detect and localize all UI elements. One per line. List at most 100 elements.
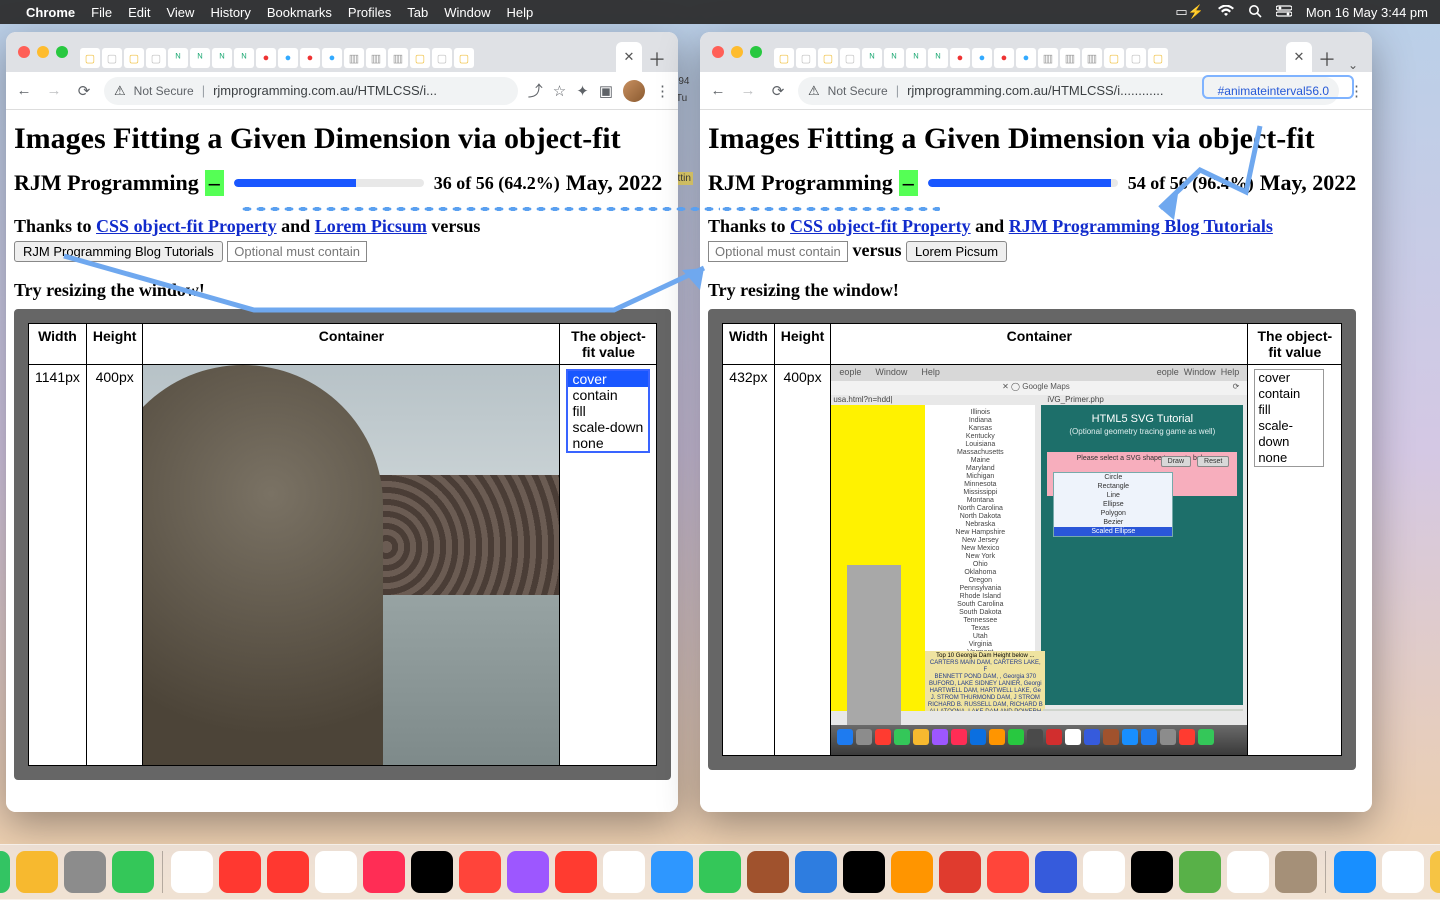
extensions-icon[interactable]: ✦ (576, 82, 589, 100)
select-option[interactable]: contain (568, 387, 648, 403)
profile-avatar[interactable] (623, 80, 645, 102)
dock-app-icon[interactable] (843, 851, 885, 893)
pinned-tab[interactable]: ▢ (796, 48, 816, 68)
pinned-tab[interactable]: ● (994, 48, 1014, 68)
address-bar[interactable]: ⚠ Not Secure | rjmprogramming.com.au/HTM… (798, 77, 1339, 105)
pinned-tab[interactable]: ▥ (344, 48, 364, 68)
pinned-tab[interactable]: ▢ (432, 48, 452, 68)
pinned-tab[interactable]: ▥ (366, 48, 386, 68)
pinned-tab[interactable]: ᴺ (212, 48, 232, 68)
close-window-button[interactable] (712, 46, 724, 58)
pinned-tab[interactable]: ▢ (818, 48, 838, 68)
zoom-window-button[interactable] (750, 46, 762, 58)
dock-app-icon[interactable] (555, 851, 597, 893)
zoom-window-button[interactable] (56, 46, 68, 58)
pinned-tab[interactable]: ▥ (1082, 48, 1102, 68)
dock-app-icon[interactable] (1131, 851, 1173, 893)
spotlight-icon[interactable] (1248, 4, 1262, 21)
dock-app-icon[interactable] (1083, 851, 1125, 893)
battery-icon[interactable]: ▭⚡ (1175, 4, 1203, 20)
pinned-tab[interactable]: ▢ (1126, 48, 1146, 68)
dock-app-icon[interactable] (987, 851, 1029, 893)
select-option[interactable]: contain (1255, 386, 1323, 402)
pinned-tab[interactable]: ▢ (454, 48, 474, 68)
dock-app-icon[interactable] (459, 851, 501, 893)
dock-app-icon[interactable] (64, 851, 106, 893)
pinned-tab[interactable]: ᴺ (234, 48, 254, 68)
blog-tutorials-button[interactable]: RJM Programming Blog Tutorials (14, 241, 223, 262)
dock-app-icon[interactable] (219, 851, 261, 893)
pinned-tab[interactable]: ● (322, 48, 342, 68)
minimize-window-button[interactable] (731, 46, 743, 58)
dock-app-icon[interactable] (747, 851, 789, 893)
control-center-icon[interactable] (1276, 5, 1292, 20)
menu-help[interactable]: Help (507, 5, 534, 20)
pinned-tab[interactable]: ▥ (1060, 48, 1080, 68)
pinned-tab[interactable]: ● (278, 48, 298, 68)
wifi-icon[interactable] (1218, 5, 1234, 20)
kebab-menu-icon[interactable]: ⋮ (1349, 82, 1364, 100)
share-icon[interactable]: ⤴ (528, 80, 543, 101)
dock-app-icon[interactable] (411, 851, 453, 893)
dock-app-icon[interactable] (939, 851, 981, 893)
select-option[interactable]: cover (1255, 370, 1323, 386)
pinned-tab[interactable]: ● (300, 48, 320, 68)
pinned-tab[interactable]: ▢ (774, 48, 794, 68)
select-option[interactable]: fill (568, 403, 648, 419)
pinned-tab[interactable]: ▢ (840, 48, 860, 68)
pinned-tab[interactable]: ▥ (1038, 48, 1058, 68)
select-option[interactable]: none (1255, 450, 1323, 466)
dock-app-icon[interactable] (16, 851, 58, 893)
menubar-clock[interactable]: Mon 16 May 3:44 pm (1306, 5, 1428, 20)
dock-app-icon[interactable] (507, 851, 549, 893)
minimize-window-button[interactable] (37, 46, 49, 58)
dock-app-icon[interactable] (1430, 851, 1440, 893)
pinned-tab[interactable]: ▢ (410, 48, 430, 68)
dock-app-icon[interactable] (1035, 851, 1077, 893)
dock-app-icon[interactable] (1179, 851, 1221, 893)
dock-app-icon[interactable] (363, 851, 405, 893)
dock-app-icon[interactable] (1334, 851, 1376, 893)
dock-app-icon[interactable] (315, 851, 357, 893)
dock-app-icon[interactable] (1382, 851, 1424, 893)
tab-overflow-icon[interactable]: ⌄ (1342, 58, 1364, 72)
select-option[interactable]: scale-down (1255, 418, 1323, 450)
active-tab-close[interactable]: ✕ (1286, 42, 1312, 72)
dock-app-icon[interactable] (267, 851, 309, 893)
pinned-tab[interactable]: ᴺ (884, 48, 904, 68)
dock-app-icon[interactable] (603, 851, 645, 893)
pinned-tab[interactable]: ᴺ (862, 48, 882, 68)
pinned-tab[interactable]: ᴺ (190, 48, 210, 68)
kebab-menu-icon[interactable]: ⋮ (655, 82, 670, 100)
dock-app-icon[interactable] (171, 851, 213, 893)
menu-edit[interactable]: Edit (128, 5, 150, 20)
dock-app-icon[interactable] (1227, 851, 1269, 893)
pinned-tab[interactable]: ● (256, 48, 276, 68)
new-tab-button[interactable]: ＋ (644, 46, 670, 72)
menu-window[interactable]: Window (444, 5, 490, 20)
menu-tab[interactable]: Tab (407, 5, 428, 20)
menu-app[interactable]: Chrome (26, 5, 75, 20)
pinned-tab[interactable]: ᴺ (928, 48, 948, 68)
pinned-tab[interactable]: ▢ (146, 48, 166, 68)
filter-input[interactable]: Optional must contain (227, 241, 367, 262)
object-fit-select[interactable]: covercontainfillscale-downnone (1254, 369, 1324, 467)
filter-input[interactable]: Optional must contain (708, 241, 848, 262)
link-lorem-picsum[interactable]: Lorem Picsum (315, 216, 427, 236)
back-button[interactable]: ← (708, 82, 728, 99)
pinned-tab[interactable]: ᴺ (906, 48, 926, 68)
pinned-tab[interactable]: ▢ (124, 48, 144, 68)
dock-app-icon[interactable] (795, 851, 837, 893)
object-fit-select[interactable]: covercontainfillscale-downnone (566, 369, 650, 453)
select-option[interactable]: none (568, 435, 648, 451)
dock-app-icon[interactable] (1275, 851, 1317, 893)
reload-button[interactable]: ⟳ (768, 82, 788, 100)
pinned-tab[interactable]: ▢ (1104, 48, 1124, 68)
dock-app-icon[interactable] (651, 851, 693, 893)
dock-app-icon[interactable] (891, 851, 933, 893)
forward-button[interactable]: → (44, 82, 64, 99)
close-window-button[interactable] (18, 46, 30, 58)
reload-button[interactable]: ⟳ (74, 82, 94, 100)
pinned-tab[interactable]: ▢ (80, 48, 100, 68)
dock-app-icon[interactable] (699, 851, 741, 893)
